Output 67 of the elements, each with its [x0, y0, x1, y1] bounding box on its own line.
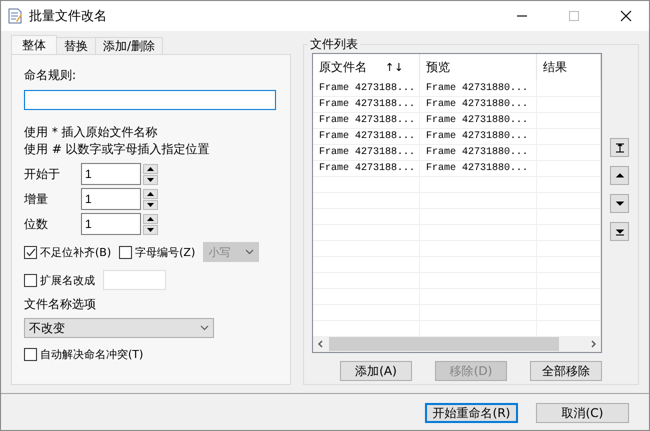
move-button[interactable] — [610, 194, 629, 213]
horizontal-scrollbar[interactable] — [313, 336, 601, 352]
sort-icon: ↑↓ — [385, 61, 404, 74]
caret-icon — [200, 325, 209, 331]
up-arrow-icon — [147, 192, 154, 196]
tab[interactable]: 添加/删除 — [95, 37, 164, 54]
up-arrow-icon — [614, 170, 624, 180]
column-header[interactable]: 预览 — [420, 54, 537, 81]
tab[interactable]: 替换 — [56, 37, 96, 54]
table-cell: Frame 4273188... — [313, 97, 420, 112]
checkbox[interactable]: 扩展名改成 — [24, 272, 95, 288]
table-cell: Frame 4273188... — [313, 129, 420, 144]
extension-field[interactable] — [103, 270, 166, 290]
down-arrow-icon — [147, 178, 154, 182]
table-cell: Frame 42731880... — [420, 145, 537, 160]
table-cell: Frame 4273188... — [313, 113, 420, 128]
move-button[interactable] — [610, 166, 629, 185]
table-cell: Frame 4273188... — [313, 81, 420, 96]
list-button[interactable]: 添加(A) — [340, 361, 412, 381]
caret-icon — [245, 249, 254, 255]
number-field[interactable]: 1 — [81, 213, 141, 235]
table-cell: Frame 42731880... — [420, 161, 537, 176]
checkbox[interactable]: 自动解决命名冲突(T) — [24, 346, 144, 362]
hint-text: 使用 # 以数字或字母插入指定位置 — [24, 141, 211, 158]
number-field[interactable]: 1 — [81, 188, 141, 210]
move-to-bottom-icon — [614, 226, 624, 236]
checkbox[interactable]: 字母编号(Z) — [119, 244, 196, 260]
table-cell: Frame 42731880... — [420, 113, 537, 128]
down-arrow-icon — [614, 198, 624, 208]
spin-up-button[interactable] — [143, 164, 158, 174]
move-button[interactable] — [610, 138, 629, 157]
table-cell: Frame 42731880... — [420, 81, 537, 96]
table-cell: Frame 4273188... — [313, 145, 420, 160]
hint-text: 使用 * 插入原始文件名称 — [24, 124, 159, 141]
field-label: 文件名称选项 — [24, 296, 97, 313]
up-arrow-icon — [147, 166, 154, 170]
field-label: 增量 — [24, 190, 49, 208]
column-header[interactable]: 结果 — [537, 54, 601, 81]
group-title: 文件列表 — [309, 36, 359, 53]
checkbox[interactable]: 不足位补齐(B) — [24, 244, 112, 260]
document-icon — [7, 8, 23, 24]
dialog-button[interactable]: 开始重命名(R) — [425, 403, 518, 423]
window-title: 批量文件改名 — [29, 8, 108, 25]
spin-up-button[interactable] — [143, 214, 158, 224]
name-option-dropdown[interactable]: 不改变 — [24, 318, 214, 338]
table-cell: Frame 4273188... — [313, 161, 420, 176]
table-cell: Frame 42731880... — [420, 129, 537, 144]
tab[interactable]: 整体 — [11, 35, 57, 54]
check-icon — [26, 248, 36, 256]
spin-down-button[interactable] — [143, 224, 158, 234]
input-field[interactable] — [24, 90, 276, 110]
column-header[interactable]: 原文件名 ↑↓ — [313, 54, 420, 81]
up-arrow-icon — [147, 216, 154, 220]
number-field[interactable]: 1 — [81, 163, 141, 185]
move-to-top-icon — [614, 142, 624, 152]
spin-down-button[interactable] — [143, 174, 158, 184]
down-arrow-icon — [147, 202, 154, 206]
spin-up-button[interactable] — [143, 188, 158, 198]
dialog-button[interactable]: 取消(C) — [536, 403, 629, 423]
down-arrow-icon — [147, 228, 154, 232]
spin-down-button[interactable] — [143, 200, 158, 210]
list-button[interactable]: 全部移除 — [530, 361, 602, 381]
field-label: 开始于 — [24, 166, 61, 182]
move-button[interactable] — [610, 222, 629, 241]
field-label: 命名规则: — [24, 67, 78, 84]
field-label: 位数 — [24, 216, 49, 232]
table-cell: Frame 42731880... — [420, 97, 537, 112]
